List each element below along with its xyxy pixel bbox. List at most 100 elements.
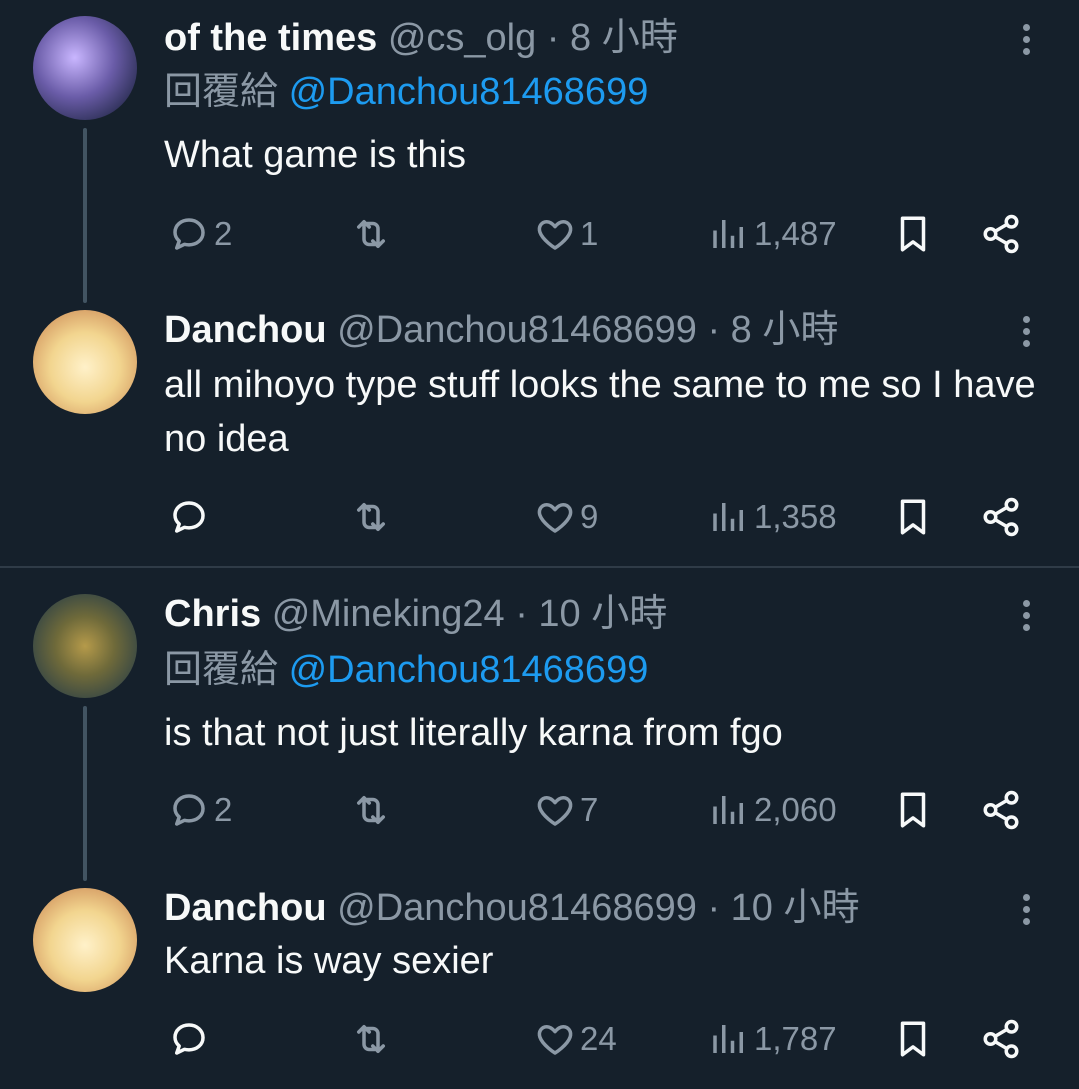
share-button[interactable]: [980, 785, 1022, 835]
like-button[interactable]: 1: [534, 209, 598, 259]
views-button[interactable]: 1,487: [708, 209, 837, 259]
tweet[interactable]: Danchou @Danchou81468699 · 8 小時 all miho…: [0, 290, 1079, 566]
share-button[interactable]: [980, 1014, 1022, 1064]
timestamp[interactable]: · 8 小時: [547, 17, 678, 59]
more-icon[interactable]: [1016, 596, 1036, 636]
bookmark-button[interactable]: [892, 492, 934, 542]
reply-button[interactable]: [168, 492, 214, 542]
views-button[interactable]: 2,060: [708, 785, 837, 835]
tweet[interactable]: Chris @Mineking24 · 10 小時 回覆給 @Danchou81…: [0, 580, 1079, 870]
tweet-text: all mihoyo type stuff looks the same to …: [164, 364, 1036, 460]
view-count: 2,060: [754, 791, 837, 828]
like-count: 7: [580, 791, 599, 828]
action-bar: 9 1,358: [164, 492, 1044, 542]
bookmark-button[interactable]: [892, 209, 934, 259]
share-icon: [983, 214, 1019, 254]
tweet-header: Danchou @Danchou81468699 · 8 小時: [164, 306, 838, 354]
reply-mention[interactable]: @Danchou81468699: [289, 71, 649, 113]
user-handle[interactable]: @Mineking24: [272, 593, 505, 635]
heart-icon: [537, 503, 573, 533]
views-icon: [713, 220, 743, 248]
bookmark-button[interactable]: [892, 785, 934, 835]
like-count: 1: [580, 215, 599, 252]
reply-button[interactable]: 2: [168, 785, 232, 835]
timestamp[interactable]: · 10 小時: [515, 593, 667, 635]
heart-icon: [537, 220, 573, 250]
tweet[interactable]: of the times @cs_olg · 8 小時 回覆給 @Danchou…: [0, 0, 1079, 290]
thread-divider: [0, 566, 1079, 568]
views-button[interactable]: 1,787: [708, 1014, 837, 1064]
bookmark-icon: [900, 216, 926, 252]
action-bar: 2 1 1,487: [164, 209, 1044, 259]
display-name[interactable]: Danchou: [164, 309, 327, 351]
share-button[interactable]: [980, 209, 1022, 259]
reply-button[interactable]: [168, 1014, 214, 1064]
tweet-header: Chris @Mineking24 · 10 小時: [164, 590, 667, 638]
heart-icon: [537, 1025, 573, 1055]
reply-label: 回覆給: [164, 71, 279, 113]
view-count: 1,487: [754, 215, 837, 252]
views-icon: [713, 503, 743, 531]
views-button[interactable]: 1,358: [708, 492, 837, 542]
display-name[interactable]: of the times: [164, 17, 377, 59]
action-bar: 24 1,787: [164, 1014, 1044, 1064]
view-count: 1,787: [754, 1020, 837, 1057]
retweet-button[interactable]: [350, 785, 396, 835]
share-icon: [983, 1019, 1019, 1059]
action-bar: 2 7 2,060: [164, 785, 1044, 835]
tweet[interactable]: Danchou @Danchou81468699 · 10 小時 Karna i…: [0, 870, 1079, 1089]
retweet-button[interactable]: [350, 1014, 396, 1064]
reply-context: 回覆給 @Danchou81468699: [164, 68, 648, 116]
reply-icon: [173, 794, 205, 826]
like-button[interactable]: 9: [534, 492, 598, 542]
user-handle[interactable]: @Danchou81468699: [337, 887, 697, 929]
avatar[interactable]: [33, 594, 137, 698]
heart-icon: [537, 796, 573, 826]
share-icon: [983, 790, 1019, 830]
user-handle[interactable]: @cs_olg: [388, 17, 536, 59]
tweet-header: Danchou @Danchou81468699 · 10 小時: [164, 884, 860, 932]
retweet-icon: [357, 220, 385, 248]
more-icon[interactable]: [1016, 890, 1036, 930]
avatar[interactable]: [33, 888, 137, 992]
more-icon[interactable]: [1016, 20, 1036, 60]
share-button[interactable]: [980, 492, 1022, 542]
reply-icon: [173, 218, 205, 250]
reply-icon: [173, 1023, 205, 1055]
retweet-button[interactable]: [350, 492, 396, 542]
reply-context: 回覆給 @Danchou81468699: [164, 646, 648, 694]
like-button[interactable]: 7: [534, 785, 598, 835]
like-button[interactable]: 24: [534, 1014, 617, 1064]
avatar[interactable]: [33, 16, 137, 120]
retweet-icon: [357, 796, 385, 824]
tweet-header: of the times @cs_olg · 8 小時: [164, 14, 678, 62]
tweet-text: is that not just literally karna from fg…: [164, 712, 783, 754]
share-icon: [983, 497, 1019, 537]
timestamp[interactable]: · 8 小時: [707, 309, 838, 351]
more-icon[interactable]: [1016, 312, 1036, 352]
like-count: 24: [580, 1020, 617, 1057]
reply-mention[interactable]: @Danchou81468699: [289, 649, 649, 691]
reply-icon: [173, 501, 205, 533]
reply-button[interactable]: 2: [168, 209, 232, 259]
user-handle[interactable]: @Danchou81468699: [337, 309, 697, 351]
tweet-text: What game is this: [164, 134, 466, 176]
bookmark-button[interactable]: [892, 1014, 934, 1064]
reply-count: 2: [214, 215, 233, 252]
bookmark-icon: [900, 499, 926, 535]
display-name[interactable]: Chris: [164, 593, 261, 635]
views-icon: [713, 796, 743, 824]
like-count: 9: [580, 498, 599, 535]
retweet-button[interactable]: [350, 209, 396, 259]
bookmark-icon: [900, 792, 926, 828]
views-icon: [713, 1025, 743, 1053]
retweet-icon: [357, 503, 385, 531]
reply-count: 2: [214, 791, 233, 828]
avatar[interactable]: [33, 310, 137, 414]
display-name[interactable]: Danchou: [164, 887, 327, 929]
tweet-text: Karna is way sexier: [164, 940, 494, 982]
reply-label: 回覆給: [164, 649, 279, 691]
view-count: 1,358: [754, 498, 837, 535]
timestamp[interactable]: · 10 小時: [707, 887, 859, 929]
retweet-icon: [357, 1025, 385, 1053]
